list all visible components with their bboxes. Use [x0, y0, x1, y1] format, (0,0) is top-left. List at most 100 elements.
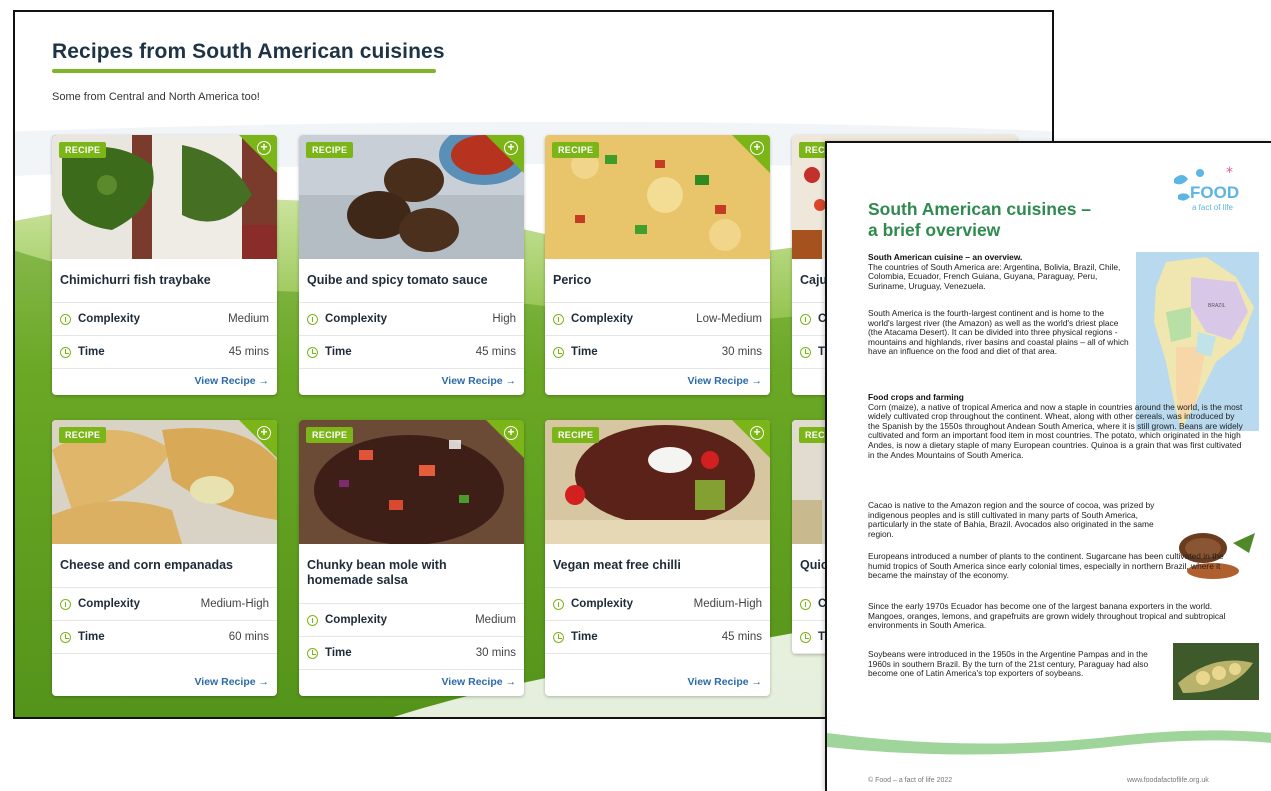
- recipe-badge: RECIPE: [59, 427, 107, 443]
- food-a-fact-of-life-logo: * FOOD a fact of life: [1174, 165, 1239, 212]
- complexity-value: Medium: [475, 614, 516, 626]
- time-label: Time: [571, 631, 598, 643]
- view-recipe-link[interactable]: View Recipe →: [52, 369, 277, 395]
- info-icon: [553, 598, 564, 610]
- add-icon[interactable]: +: [750, 141, 764, 155]
- recipe-name[interactable]: Chimichurri fish traybake: [52, 259, 277, 303]
- footer-url[interactable]: www.foodafactoflife.org.uk: [1127, 777, 1209, 784]
- paragraph-soybeans-text: Soybeans were introduced in the 1950s in…: [868, 649, 1149, 679]
- recipe-photo[interactable]: RECIPE +: [52, 135, 277, 259]
- paragraph-europeans: Europeans introduced a number of plants …: [868, 551, 1248, 581]
- logo-text: FOOD: [1190, 183, 1239, 202]
- svg-text:*: *: [1226, 165, 1233, 181]
- recipe-name[interactable]: Vegan meat free chilli: [545, 544, 770, 588]
- section-1-heading: South American cuisine – an overview.: [868, 252, 1023, 262]
- time-label: Time: [571, 346, 598, 358]
- recipe-photo[interactable]: RECIPE +: [299, 420, 524, 544]
- recipe-name[interactable]: Chunky bean mole with homemade salsa: [299, 544, 524, 604]
- recipe-photo[interactable]: RECIPE +: [545, 420, 770, 544]
- footer-copyright: © Food – a fact of life 2022: [868, 777, 953, 784]
- info-icon: [800, 313, 811, 325]
- paragraph-europeans-text: Europeans introduced a number of plants …: [868, 551, 1224, 581]
- complexity-row: Complexity Medium-High: [545, 588, 770, 621]
- complexity-label: Complexity: [78, 313, 140, 325]
- info-icon: [800, 598, 811, 610]
- clock-icon: [60, 346, 71, 358]
- corner-flag: [486, 420, 524, 458]
- section-2-heading: Food crops and farming: [868, 392, 964, 402]
- info-icon: [307, 614, 318, 626]
- time-value: 45 mins: [721, 631, 762, 643]
- complexity-label: Complexity: [571, 598, 633, 610]
- time-row: Time 30 mins: [545, 336, 770, 369]
- time-row: Time 45 mins: [545, 621, 770, 654]
- view-recipe-link[interactable]: View Recipe →: [299, 670, 524, 696]
- clock-icon: [553, 346, 564, 358]
- complexity-value: Low-Medium: [696, 313, 762, 325]
- time-label: Time: [78, 346, 105, 358]
- clock-icon: [307, 647, 318, 659]
- recipe-photo[interactable]: RECIPE +: [299, 135, 524, 259]
- view-recipe-link[interactable]: View Recipe →: [545, 670, 770, 696]
- paragraph-ecuador-text: Since the early 1970s Ecuador has become…: [868, 601, 1226, 631]
- view-recipe-link[interactable]: View Recipe →: [52, 670, 277, 696]
- complexity-value: Medium-High: [693, 598, 762, 610]
- title-line-1: South American cuisines –: [868, 199, 1092, 219]
- add-icon[interactable]: +: [504, 426, 518, 440]
- recipe-photo[interactable]: RECIPE +: [52, 420, 277, 544]
- time-row: Time 45 mins: [52, 336, 277, 369]
- paragraph-ecuador: Since the early 1970s Ecuador has become…: [868, 601, 1248, 631]
- decorative-wave: [827, 730, 1271, 755]
- add-icon[interactable]: +: [504, 141, 518, 155]
- complexity-label: Complexity: [78, 598, 140, 610]
- corner-flag: [239, 135, 277, 173]
- logo-subtext: a fact of life: [1192, 203, 1233, 212]
- info-icon: [553, 313, 564, 325]
- complexity-row: Complexity Low-Medium: [545, 303, 770, 336]
- page-subtitle: Some from Central and North America too!: [52, 91, 260, 103]
- recipe-card[interactable]: RECIPE + Cheese and corn empanadas Compl…: [52, 420, 277, 696]
- corner-flag: [732, 135, 770, 173]
- overview-document: * FOOD a fact of life South American cui…: [825, 141, 1271, 791]
- complexity-row: Complexity Medium: [299, 604, 524, 637]
- page-title: Recipes from South American cuisines: [52, 40, 445, 63]
- add-icon[interactable]: +: [750, 426, 764, 440]
- corner-flag: [486, 135, 524, 173]
- recipe-card[interactable]: RECIPE + Perico Complexity Low-Medium Ti…: [545, 135, 770, 395]
- section-overview: South American cuisine – an overview. Th…: [868, 252, 1130, 291]
- complexity-row: Complexity High: [299, 303, 524, 336]
- recipe-name[interactable]: Quibe and spicy tomato sauce: [299, 259, 524, 303]
- time-value: 30 mins: [475, 647, 516, 659]
- paragraph-soybeans: Soybeans were introduced in the 1950s in…: [868, 649, 1168, 679]
- recipe-card[interactable]: RECIPE + Chunky bean mole with homemade …: [299, 420, 524, 696]
- recipe-badge: RECIPE: [59, 142, 107, 158]
- recipe-card[interactable]: RECIPE + Quibe and spicy tomato sauce Co…: [299, 135, 524, 395]
- time-value: 60 mins: [228, 631, 269, 643]
- recipe-badge: RECIPE: [306, 142, 354, 158]
- complexity-label: Complexity: [325, 614, 387, 626]
- recipe-card[interactable]: RECIPE + Vegan meat free chilli Complexi…: [545, 420, 770, 696]
- add-icon[interactable]: +: [257, 141, 271, 155]
- section-1-text: The countries of South America are: Arge…: [868, 261, 1121, 291]
- view-recipe-link[interactable]: View Recipe →: [545, 369, 770, 395]
- soybean-image: [1173, 643, 1259, 700]
- time-value: 30 mins: [721, 346, 762, 358]
- view-recipe-link[interactable]: View Recipe →: [299, 369, 524, 395]
- time-value: 45 mins: [228, 346, 269, 358]
- add-icon[interactable]: +: [257, 426, 271, 440]
- recipe-badge: RECIPE: [552, 142, 600, 158]
- clock-icon: [307, 346, 318, 358]
- time-row: Time 60 mins: [52, 621, 277, 654]
- clock-icon: [800, 631, 811, 643]
- recipe-name[interactable]: Perico: [545, 259, 770, 303]
- complexity-row: Complexity Medium-High: [52, 588, 277, 621]
- complexity-value: Medium-High: [200, 598, 269, 610]
- recipe-card[interactable]: RECIPE + Chimichurri fish traybake Compl…: [52, 135, 277, 395]
- recipe-photo[interactable]: RECIPE +: [545, 135, 770, 259]
- time-label: Time: [325, 647, 352, 659]
- time-value: 45 mins: [475, 346, 516, 358]
- section-geography: South America is the fourth-largest cont…: [868, 308, 1130, 357]
- paragraph-cacao: Cacao is native to the Amazon region and…: [868, 500, 1168, 539]
- recipe-name[interactable]: Cheese and corn empanadas: [52, 544, 277, 588]
- complexity-value: High: [492, 313, 516, 325]
